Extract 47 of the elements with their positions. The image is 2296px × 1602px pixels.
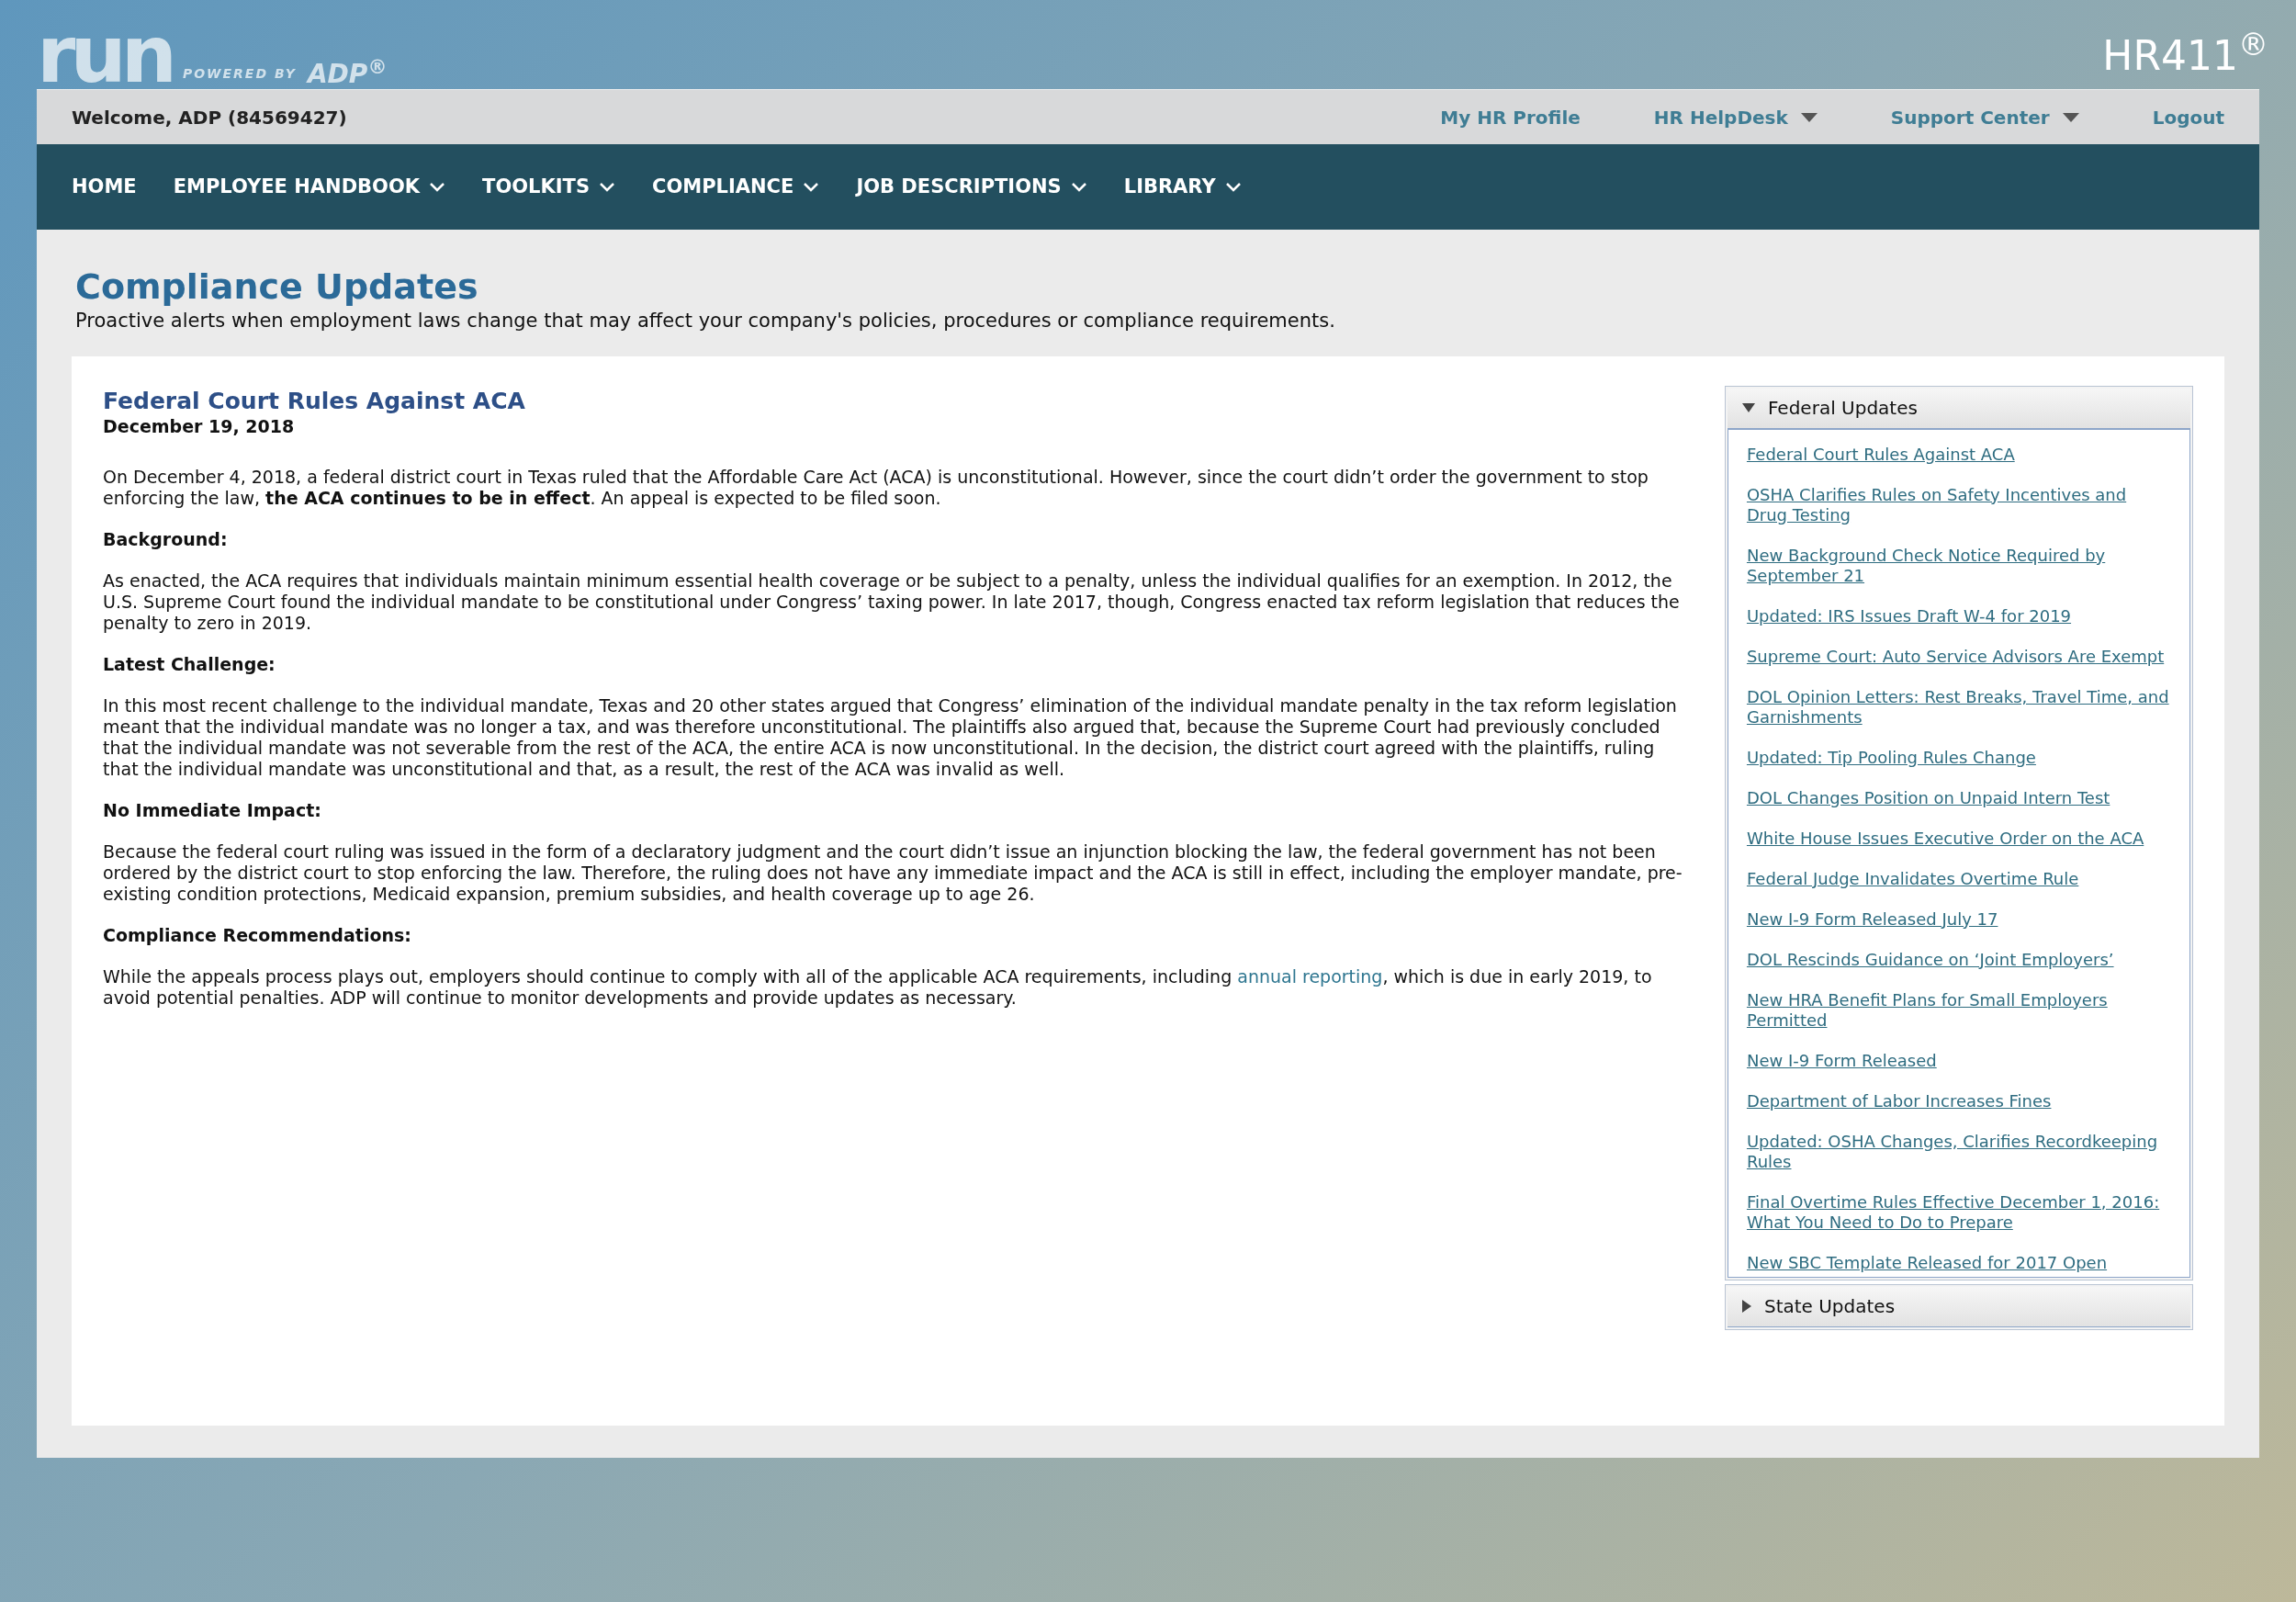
update-link[interactable]: Department of Labor Increases Fines [1746,1090,2171,1111]
update-link[interactable]: New I-9 Form Released [1746,1050,2171,1071]
section-heading: Compliance Recommendations: [103,924,412,946]
nav-item[interactable]: LIBRARY [1123,172,1242,202]
update-link[interactable]: New SBC Template Released for 2017 Open [1746,1252,2171,1273]
nav-item[interactable]: COMPLIANCE [652,172,820,202]
nav-item[interactable]: HOME [72,172,137,202]
section-heading: Latest Challenge: [103,653,276,675]
collapsed-icon [1741,1300,1751,1313]
update-link[interactable]: White House Issues Executive Order on the ACA [1746,828,2171,849]
paragraph: Because the federal court ruling was issued in the form of a declaratory judgment and the court didn’t issue an injunction blocking the law, the federal government has not been ordered by the district court to stop enforcing the law. Therefore, the ruling does not have any immediate impact and the ACA is still in effect, including the employer mandate, pre-existing condition protections, Medicaid expansion, premium subsidies, and health coverage up to age 26. [103,840,1683,905]
update-link[interactable]: Updated: Tip Pooling Rules Change [1746,747,2171,768]
paragraph: While the appeals process plays out, employers should continue to comply with all of the applicable ACA requirements, including annual reporting, which is due in early 2019, to avoid potential penalties. ADP will continue to monitor developments and provide updates as necessary. [103,965,1653,1009]
page-subtitle: Proactive alerts when employment laws change that may affect your company's policies, procedures or compliance requirements. [75,309,1336,333]
update-link[interactable]: DOL Rescinds Guidance on ‘Joint Employers’ [1746,949,2171,970]
paragraph: In this most recent challenge to the individual mandate, Texas and 20 other states argued that Congress’ elimination of the individual mandate penalty in the tax reform legislation meant that the individual mandate was no longer a tax, and was therefore unconstitutional. The plaintiffs also argued that, because the Supreme Court had previously concluded that the individual mandate was not severable from the rest of the ACA, the entire ACA is now unconstitutional. In the decision, the district court agreed with the plaintiffs, ruling that the individual mandate was unconstitutional and that, as a result, the rest of the ACA was invalid as well. [103,694,1678,780]
nav-item[interactable]: JOB DESCRIPTIONS [856,172,1087,202]
page-title: Compliance Updates [75,266,479,307]
logo: run [37,19,172,89]
annual-reporting-link[interactable]: annual reporting [1237,965,1383,987]
update-link[interactable]: Supreme Court: Auto Service Advisors Are Exempt [1746,646,2171,667]
expanded-icon [1741,403,1755,412]
section-heading: Background: [103,528,229,550]
article-date: December 19, 2018 [103,414,296,437]
update-link[interactable]: New HRA Benefit Plans for Small Employers Permitted [1746,989,2171,1031]
welcome-text: Welcome, ADP (84569427) [72,105,347,130]
paragraph: On December 4, 2018, a federal district court in Texas ruled that the Affordable Care Act (ACA) is unconstitutional. However, since the court didn’t order the government to stop enforcing the law, the ACA continues to be in effect. An appeal is expected to be filed soon. [103,466,1649,509]
powered-by-text: POWERED BY [182,65,297,83]
update-link[interactable]: New I-9 Form Released July 17 [1746,908,2171,930]
update-link[interactable]: Final Overtime Rules Effective December 1, 2016: What You Need to Do to Prepare [1746,1191,2171,1233]
article-title: Federal Court Rules Against ACA [103,387,526,415]
top-link[interactable]: Support Center [1890,103,2079,131]
update-link[interactable]: New Background Check Notice Required by September 21 [1746,545,2171,586]
section-heading: No Immediate Impact: [103,799,322,821]
update-link[interactable]: DOL Opinion Letters: Rest Breaks, Travel Time, and Garnishments [1746,686,2171,728]
top-link[interactable]: Logout [2152,103,2224,131]
top-link[interactable]: My HR Profile [1440,103,1581,131]
update-link[interactable]: OSHA Clarifies Rules on Safety Incentives and Drug Testing [1746,484,2171,525]
top-link[interactable]: HR HelpDesk [1653,103,1818,131]
update-link[interactable]: Federal Judge Invalidates Overtime Rule [1746,868,2171,889]
update-link[interactable]: Updated: IRS Issues Draft W-4 for 2019 [1746,605,2171,626]
nav-item[interactable]: EMPLOYEE HANDBOOK [173,172,446,202]
update-link[interactable]: DOL Changes Position on Unpaid Intern Test [1746,787,2171,808]
nav-item[interactable]: TOOLKITS [482,172,616,202]
update-link[interactable]: Updated: OSHA Changes, Clarifies Recordkeeping Rules [1746,1131,2171,1172]
update-link[interactable]: Federal Court Rules Against ACA [1746,444,2171,465]
paragraph: As enacted, the ACA requires that individuals maintain minimum essential health coverage or be subject to a penalty, unless the individual qualifies for an exemption. In 2012, the U.S. Supreme Court found the individual mandate to be constitutional under Congress’ taxing power. In late 2017, though, Congress enacted tax reform legislation that reduces the penalty to zero in 2019. [103,570,1681,634]
